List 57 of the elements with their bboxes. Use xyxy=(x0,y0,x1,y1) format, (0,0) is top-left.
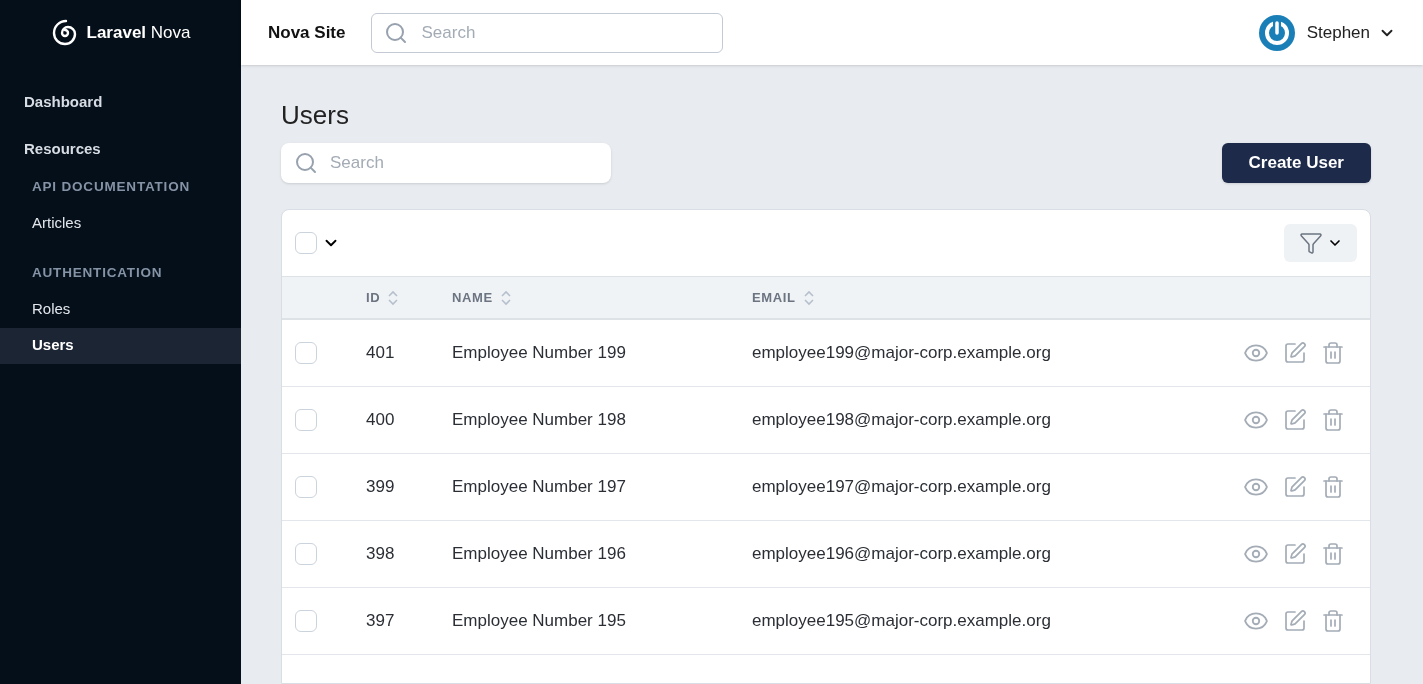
table-cell-text: Employee Number 197 xyxy=(452,476,627,499)
edit-icon[interactable] xyxy=(1283,408,1307,432)
checkbox[interactable] xyxy=(295,342,317,364)
table-cell-text: 398 xyxy=(366,543,396,566)
resource-search-field[interactable]: Search xyxy=(281,143,611,183)
page-title: Users xyxy=(281,100,350,130)
site-name[interactable]: Nova Site xyxy=(268,19,346,46)
power-avatar-icon[interactable] xyxy=(1258,14,1295,51)
column-header[interactable]: EMAIL xyxy=(752,287,796,308)
sort-icon[interactable] xyxy=(388,289,399,306)
sidebar-item[interactable]: Articles xyxy=(0,205,241,242)
sidebar-item[interactable]: Roles xyxy=(0,291,241,328)
delete-icon[interactable] xyxy=(1321,475,1345,499)
table-cell-text: Employee Number 199 xyxy=(452,342,627,365)
sidebar-section-title[interactable]: Dashboard xyxy=(0,88,241,117)
checkbox[interactable] xyxy=(295,543,317,565)
table-cell-text: 399 xyxy=(366,476,396,499)
sidebar-item[interactable]: Users xyxy=(0,327,241,364)
create-user-button[interactable]: Create User xyxy=(1221,143,1371,183)
column-header[interactable]: ID xyxy=(366,287,381,308)
column-header[interactable]: NAME xyxy=(452,287,493,308)
table-cell-text: 397 xyxy=(366,610,396,633)
checkbox[interactable] xyxy=(295,476,317,498)
table-cell-text: 401 xyxy=(366,342,396,365)
delete-icon[interactable] xyxy=(1321,341,1345,365)
checkbox[interactable] xyxy=(295,232,317,254)
sidebar-group-title: AUTHENTICATION xyxy=(31,264,164,283)
table-cell-text: 400 xyxy=(366,409,396,432)
spiral-logo-icon xyxy=(50,18,79,47)
checkbox[interactable] xyxy=(295,610,317,632)
table-cell-text: Employee Number 198 xyxy=(452,409,627,432)
user-menu[interactable]: Stephen xyxy=(1306,19,1396,46)
table-cell-text: employee195@major-corp.example.org xyxy=(752,610,1052,633)
checkbox[interactable] xyxy=(295,409,317,431)
filter-icon xyxy=(1298,231,1323,255)
table-cell-text: employee197@major-corp.example.org xyxy=(752,476,1052,499)
delete-icon[interactable] xyxy=(1321,408,1345,432)
sort-icon[interactable] xyxy=(500,289,511,306)
table-cell-text: employee199@major-corp.example.org xyxy=(752,342,1052,365)
table-cell-text: Employee Number 196 xyxy=(452,543,627,566)
table-cell-text: employee198@major-corp.example.org xyxy=(752,409,1052,432)
table-cell-text: Employee Number 195 xyxy=(452,610,627,633)
sidebar-section-title[interactable]: Resources xyxy=(0,134,241,163)
search-icon xyxy=(294,151,318,175)
search-icon xyxy=(384,20,409,45)
edit-icon[interactable] xyxy=(1283,341,1307,365)
sort-icon[interactable] xyxy=(803,289,814,306)
edit-icon[interactable] xyxy=(1283,609,1307,633)
delete-icon[interactable] xyxy=(1321,542,1345,566)
filter-button[interactable] xyxy=(1284,224,1357,262)
delete-icon[interactable] xyxy=(1321,609,1345,633)
global-search-field[interactable]: Search xyxy=(371,12,724,53)
sidebar-group-title: API DOCUMENTATION xyxy=(31,178,191,196)
edit-icon[interactable] xyxy=(1283,542,1307,566)
brand-name: Laravel Nova xyxy=(86,21,191,44)
edit-icon[interactable] xyxy=(1283,475,1307,499)
table-cell-text: employee196@major-corp.example.org xyxy=(752,543,1052,566)
